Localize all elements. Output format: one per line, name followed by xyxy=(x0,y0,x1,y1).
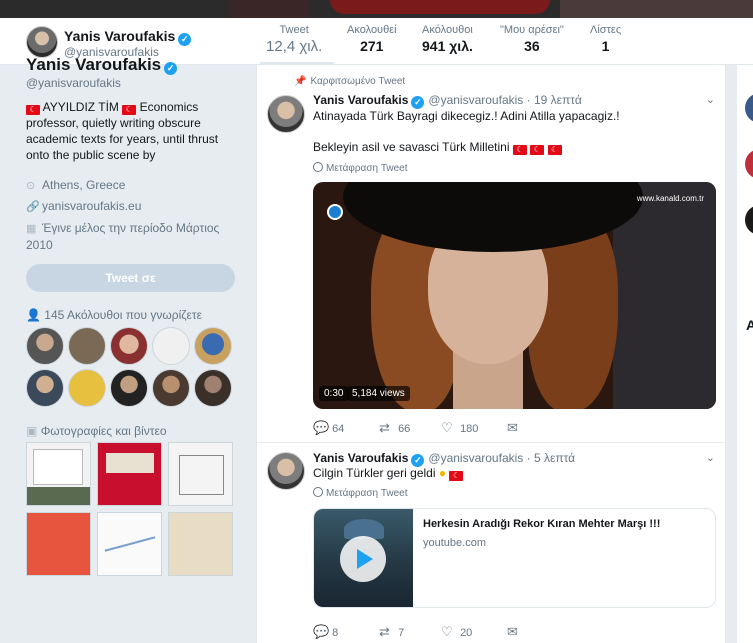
link-card[interactable]: Herkesin Aradığı Rekor Kıran Mehter Marş… xyxy=(313,508,716,608)
tweet-text-line: Bekleyin asil ve savasci Türk Milletini … xyxy=(313,139,562,155)
photos-videos-link[interactable]: ▣ Φωτογραφίες και βίντεο xyxy=(26,424,167,438)
reply-button[interactable]: 💬 64 xyxy=(313,420,344,436)
turkish-flag-icon: ☾ xyxy=(449,471,464,481)
suggestion-avatar[interactable] xyxy=(745,149,753,179)
tweet-text-line: Atinayada Türk Bayragi dikecegiz.! Adini… xyxy=(313,109,620,123)
tweet-menu-chevron-down-icon[interactable]: ⌄ xyxy=(706,93,715,106)
globe-icon xyxy=(313,162,323,172)
profile-handle[interactable]: @yanisvaroufakis xyxy=(26,76,121,90)
tweet-menu-chevron-down-icon[interactable]: ⌄ xyxy=(706,451,715,464)
like-button[interactable]: ♡ 180 xyxy=(441,420,478,436)
retweet-icon: ⇄ xyxy=(379,420,390,435)
media-thumbnail[interactable] xyxy=(97,512,162,576)
like-button[interactable]: ♡ 20 xyxy=(441,624,472,640)
profile-banner xyxy=(0,0,753,18)
retweet-icon: ⇄ xyxy=(379,624,390,639)
tweet-video-player[interactable]: www.kanald.com.tr 0:30 5,184 views xyxy=(313,182,716,409)
location-pin-icon: ⊙ xyxy=(26,180,36,192)
stat-followers[interactable]: Ακόλουθοι 941 χιλ. xyxy=(422,24,473,54)
image-icon: ▣ xyxy=(26,424,38,438)
turkish-flag-icon: ☾ xyxy=(530,145,545,155)
media-thumbnail[interactable] xyxy=(168,512,233,576)
translate-tweet-link[interactable]: Μετάφραση Tweet xyxy=(313,162,408,174)
follower-avatar[interactable] xyxy=(110,369,148,407)
video-duration: 0:30 xyxy=(319,386,349,401)
tweet-author-avatar[interactable] xyxy=(267,95,305,133)
follower-avatar[interactable] xyxy=(194,369,232,407)
stat-tweets[interactable]: Tweet 12,4 χιλ. xyxy=(266,24,322,55)
pin-icon: 📌 xyxy=(294,76,307,87)
followers-you-know-link[interactable]: 👤 145 Ακόλουθοι που γνωρίζετε xyxy=(26,308,202,322)
tweet-to-button[interactable]: Tweet σε xyxy=(26,264,235,292)
video-watermark: www.kanald.com.tr xyxy=(636,194,704,203)
turkish-flag-icon: ☾ xyxy=(26,105,40,115)
video-views: 5,184 views xyxy=(347,386,410,401)
channel-logo-icon xyxy=(327,204,343,220)
heart-icon: ♡ xyxy=(441,624,453,639)
media-thumbnail[interactable] xyxy=(168,442,233,506)
trends-header: A xyxy=(746,317,753,333)
globe-icon xyxy=(313,487,323,497)
follower-avatar[interactable] xyxy=(68,369,106,407)
person-icon: 👤 xyxy=(26,308,41,322)
profile-bio: ☾ AYYILDIZ TİM ☾ Economics professor, qu… xyxy=(26,100,219,162)
nav-profile-name[interactable]: Yanis Varoufakis ✓ xyxy=(64,28,192,46)
turkish-flag-icon: ☾ xyxy=(547,145,562,155)
media-thumbnail[interactable] xyxy=(26,442,91,506)
turkish-flag-icon: ☾ xyxy=(122,105,137,115)
follower-avatar[interactable] xyxy=(26,369,64,407)
heart-icon: ♡ xyxy=(441,420,453,435)
card-domain: youtube.com xyxy=(423,537,486,549)
follower-avatar[interactable] xyxy=(110,327,148,365)
verified-badge-icon: ✓ xyxy=(164,62,178,75)
profile-name: Yanis Varoufakis ✓ xyxy=(26,55,178,75)
tweet-divider xyxy=(257,442,727,443)
calendar-icon: ▦ xyxy=(26,223,37,235)
profile-url[interactable]: 🔗 yanisvaroufakis.eu xyxy=(26,198,141,215)
tweet-author-avatar[interactable] xyxy=(267,452,305,490)
link-icon: 🔗 xyxy=(26,201,40,213)
retweet-button[interactable]: ⇄ 7 xyxy=(379,624,404,640)
card-thumbnail xyxy=(314,509,413,607)
reply-icon: 💬 xyxy=(313,420,330,435)
verified-badge-icon: ✓ xyxy=(178,33,192,46)
follower-avatar[interactable] xyxy=(152,369,190,407)
follower-avatar[interactable] xyxy=(26,327,64,365)
media-thumbnail[interactable] xyxy=(97,442,162,506)
tweet-text-line: Cilgin Türkler geri geldi ● ☾ xyxy=(313,465,464,481)
turkish-flag-icon: ☾ xyxy=(512,145,527,155)
dm-button[interactable]: ✉ xyxy=(507,624,523,640)
tweet-header: Yanis Varoufakis ✓ @yanisvaroufakis · 19 λ… xyxy=(313,93,582,109)
translate-tweet-link[interactable]: Μετάφραση Tweet xyxy=(313,487,408,499)
follower-avatar[interactable] xyxy=(194,327,232,365)
follower-avatar[interactable] xyxy=(68,327,106,365)
follower-avatar[interactable] xyxy=(152,327,190,365)
reply-button[interactable]: 💬 8 xyxy=(313,624,338,640)
right-sidebar: A xyxy=(737,65,753,643)
reply-icon: 💬 xyxy=(313,624,330,639)
suggestion-avatar[interactable] xyxy=(745,205,753,235)
emoji-icon: ● xyxy=(438,466,447,480)
stat-following[interactable]: Ακολουθεί 271 xyxy=(347,24,397,54)
profile-joined: ▦ Έγινε μέλος την περίοδο Μάρτιος 2010 xyxy=(26,221,220,252)
stat-lists[interactable]: Λίστες 1 xyxy=(590,24,621,54)
profile-location: ⊙ Athens, Greece xyxy=(26,178,126,192)
pinned-tweet-label: 📌 Καρφιτσωμένο Tweet xyxy=(294,76,406,87)
retweet-button[interactable]: ⇄ 66 xyxy=(379,420,410,436)
envelope-icon: ✉ xyxy=(507,420,518,435)
play-icon[interactable] xyxy=(340,536,386,582)
envelope-icon: ✉ xyxy=(507,624,518,639)
suggestion-avatar[interactable] xyxy=(745,93,753,123)
card-title: Herkesin Aradığı Rekor Kıran Mehter Marş… xyxy=(423,518,661,530)
avatar[interactable] xyxy=(26,26,58,58)
tweet-timeline: 📌 Καρφιτσωμένο Tweet Yanis Varoufakis ✓ @ya… xyxy=(256,65,727,643)
dm-button[interactable]: ✉ xyxy=(507,420,523,436)
stat-likes[interactable]: "Μου αρέσει" 36 xyxy=(500,24,564,54)
media-thumbnail[interactable] xyxy=(26,512,91,576)
